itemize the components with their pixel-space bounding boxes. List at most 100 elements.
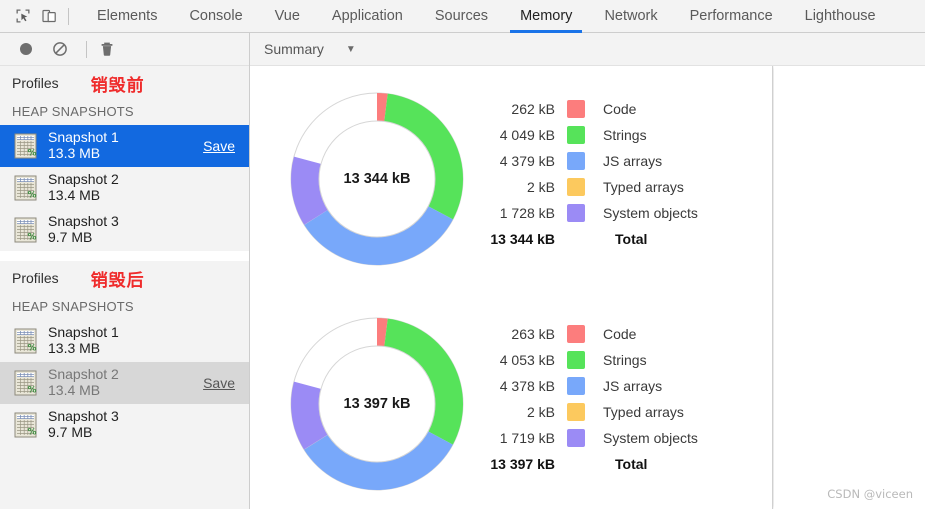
snapshot-name: Snapshot 2	[48, 366, 119, 383]
tab-label: Lighthouse	[804, 8, 876, 24]
save-link[interactable]: Save	[203, 138, 235, 154]
tab-vue[interactable]: Vue	[259, 0, 316, 32]
legend-row: 1 728 kB System objects	[475, 200, 765, 226]
snapshot-name: Snapshot 1	[48, 129, 119, 146]
legend-swatch-system-objects	[567, 429, 585, 447]
statistics-content-pane: 13 344 kB 262 kB Code 4 049 kB Strings 4…	[250, 66, 773, 509]
legend-value: 1 728 kB	[499, 205, 555, 221]
snapshot-name: Snapshot 3	[48, 408, 119, 425]
legend-value: 263 kB	[511, 326, 555, 342]
panel-title: Profiles	[12, 270, 59, 286]
devtools-tool-icons	[0, 0, 81, 32]
tab-network[interactable]: Network	[588, 0, 673, 32]
snapshot-texts: Snapshot 3 9.7 MB	[48, 214, 237, 245]
snapshot-name: Snapshot 3	[48, 213, 119, 230]
legend-label: Code	[603, 326, 637, 342]
tab-label: Network	[604, 8, 658, 24]
statistics-block-2: 13 397 kB 263 kB Code 4 053 kB Strings 4…	[250, 299, 773, 509]
statistics-area: 13 344 kB 262 kB Code 4 049 kB Strings 4…	[250, 66, 925, 509]
snapshot-icon: %	[14, 328, 37, 354]
snapshot-row-1[interactable]: % Snapshot 1 13.3 MB Save	[0, 125, 249, 167]
tab-memory[interactable]: Memory	[504, 0, 588, 33]
tab-label: Application	[331, 8, 403, 24]
legend-total-label: Total	[615, 231, 648, 247]
snapshot-row-1[interactable]: % Snapshot 1 13.3 MB	[0, 320, 249, 362]
detail-pane-empty	[774, 66, 925, 509]
panel-header: Profiles 销毁前	[0, 66, 249, 100]
device-toolbar-icon[interactable]	[36, 3, 62, 29]
legend-swatch-js-arrays	[567, 152, 585, 170]
legend-swatch-js-arrays	[567, 377, 585, 395]
tab-label: Elements	[97, 8, 158, 24]
legend-label: System objects	[603, 430, 698, 446]
devtools-body: Profiles 销毁前 HEAP SNAPSHOTS % Snapshot 1…	[0, 33, 925, 509]
snapshot-texts: Snapshot 1 13.3 MB	[48, 130, 203, 161]
devtools-tab-bar: Elements Console Vue Application Sources…	[0, 0, 925, 33]
clear-button[interactable]	[46, 36, 74, 62]
snapshot-icon: %	[14, 133, 37, 159]
legend-swatch-strings	[567, 351, 585, 369]
legend-value: 4 053 kB	[499, 352, 555, 368]
snapshot-size: 13.3 MB	[48, 145, 101, 161]
svg-text:%: %	[28, 233, 37, 243]
tab-label: Performance	[689, 8, 773, 24]
legend-row: 4 379 kB JS arrays	[475, 148, 765, 174]
legend-swatch-strings	[567, 126, 585, 144]
legend-swatch-code	[567, 325, 585, 343]
legend-swatch-typed-arrays	[567, 178, 585, 196]
svg-text:%: %	[28, 428, 37, 438]
snapshot-size: 13.3 MB	[48, 340, 101, 356]
snapshot-texts: Snapshot 2 13.4 MB	[48, 367, 203, 398]
snapshot-row-2[interactable]: % Snapshot 2 13.4 MB	[0, 167, 249, 209]
snapshot-row-3[interactable]: % Snapshot 3 9.7 MB	[0, 209, 249, 251]
legend-label: Typed arrays	[603, 404, 684, 420]
profiles-toolbar	[0, 33, 249, 66]
svg-text:%: %	[28, 344, 37, 354]
donut-chart-2: 13 397 kB	[272, 299, 482, 509]
legend-label: Strings	[603, 127, 647, 143]
legend-row: 4 049 kB Strings	[475, 122, 765, 148]
tab-console[interactable]: Console	[173, 0, 258, 32]
tab-application[interactable]: Application	[316, 0, 419, 32]
legend-label: JS arrays	[603, 378, 663, 394]
legend-2: 263 kB Code 4 053 kB Strings 4 378 kB JS…	[475, 321, 765, 477]
panel-header: Profiles 销毁后	[0, 261, 249, 295]
inspect-element-icon[interactable]	[10, 3, 36, 29]
legend-total-value: 13 397 kB	[490, 456, 555, 472]
legend-label: Typed arrays	[603, 179, 684, 195]
legend-total-label: Total	[615, 456, 648, 472]
delete-button[interactable]	[93, 36, 121, 62]
snapshot-row-2[interactable]: % Snapshot 2 13.4 MB Save	[0, 362, 249, 404]
view-select[interactable]: Summary ▼	[264, 41, 356, 57]
statistics-block-1: 13 344 kB 262 kB Code 4 049 kB Strings 4…	[250, 74, 773, 299]
tab-label: Vue	[274, 8, 300, 24]
legend-row: 262 kB Code	[475, 96, 765, 122]
tab-performance[interactable]: Performance	[674, 0, 789, 32]
devtools-tabs: Elements Console Vue Application Sources…	[81, 0, 892, 33]
snapshot-name: Snapshot 1	[48, 324, 119, 341]
tab-elements[interactable]: Elements	[81, 0, 173, 32]
legend-1: 262 kB Code 4 049 kB Strings 4 379 kB JS…	[475, 96, 765, 252]
snapshot-icon: %	[14, 412, 37, 438]
panel-separator	[0, 251, 249, 261]
snapshot-size: 13.4 MB	[48, 187, 101, 203]
snapshot-icon: %	[14, 217, 37, 243]
tab-label: Memory	[520, 8, 573, 24]
svg-text:%: %	[28, 149, 37, 159]
tab-lighthouse[interactable]: Lighthouse	[789, 0, 892, 32]
legend-swatch-code	[567, 100, 585, 118]
record-button[interactable]	[12, 36, 40, 62]
save-link[interactable]: Save	[203, 375, 235, 391]
snapshot-texts: Snapshot 3 9.7 MB	[48, 409, 237, 440]
legend-row: 2 kB Typed arrays	[475, 174, 765, 200]
legend-row-total: 13 397 kB Total	[475, 451, 765, 477]
profiles-panel-before: Profiles 销毁前 HEAP SNAPSHOTS % Snapshot 1…	[0, 66, 249, 251]
legend-value: 4 378 kB	[499, 378, 555, 394]
legend-value: 262 kB	[511, 101, 555, 117]
snapshot-texts: Snapshot 2 13.4 MB	[48, 172, 237, 203]
tab-label: Console	[189, 8, 243, 24]
tab-sources[interactable]: Sources	[419, 0, 504, 32]
legend-label: System objects	[603, 205, 698, 221]
legend-row: 4 378 kB JS arrays	[475, 373, 765, 399]
snapshot-row-3[interactable]: % Snapshot 3 9.7 MB	[0, 404, 249, 446]
